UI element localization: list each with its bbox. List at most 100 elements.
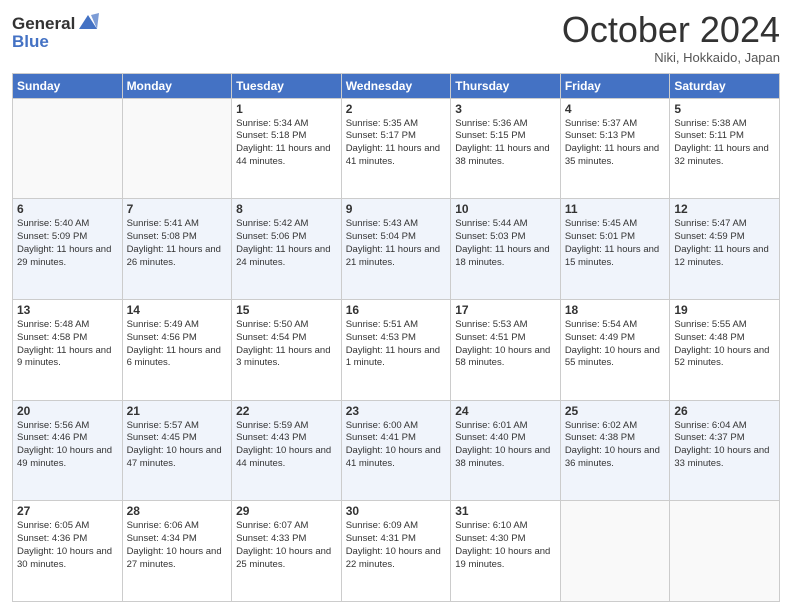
- day-number: 13: [17, 303, 118, 317]
- calendar-cell: [122, 98, 232, 199]
- day-number: 31: [455, 504, 556, 518]
- day-info: Sunrise: 6:04 AMSunset: 4:37 PMDaylight:…: [674, 420, 775, 471]
- calendar-cell: 2 Sunrise: 5:35 AMSunset: 5:17 PMDaylight…: [341, 98, 451, 199]
- header-tuesday: Tuesday: [232, 73, 342, 98]
- day-info: Sunrise: 5:51 AMSunset: 4:53 PMDaylight:…: [346, 319, 447, 370]
- day-number: 2: [346, 102, 447, 116]
- day-info: Sunrise: 6:10 AMSunset: 4:30 PMDaylight:…: [455, 520, 556, 571]
- day-number: 10: [455, 202, 556, 216]
- calendar-cell: [670, 501, 780, 602]
- calendar-cell: 4 Sunrise: 5:37 AMSunset: 5:13 PMDaylight…: [560, 98, 670, 199]
- day-info: Sunrise: 5:35 AMSunset: 5:17 PMDaylight:…: [346, 118, 447, 169]
- header-friday: Friday: [560, 73, 670, 98]
- calendar-cell: 7Sunrise: 5:41 AMSunset: 5:08 PMDaylight…: [122, 199, 232, 300]
- calendar-cell: 12 Sunrise: 5:47 AMSunset: 4:59 PMDayligh…: [670, 199, 780, 300]
- day-number: 18: [565, 303, 666, 317]
- calendar-cell: 28 Sunrise: 6:06 AMSunset: 4:34 PMDayligh…: [122, 501, 232, 602]
- calendar-week-row-5: 27 Sunrise: 6:05 AMSunset: 4:36 PMDayligh…: [13, 501, 780, 602]
- day-info: Sunrise: 6:05 AMSunset: 4:36 PMDaylight:…: [17, 520, 118, 571]
- day-number: 8: [236, 202, 337, 216]
- calendar-cell: 20Sunrise: 5:56 AMSunset: 4:46 PMDayligh…: [13, 400, 123, 501]
- month-title: October 2024: [562, 10, 780, 50]
- day-number: 5: [674, 102, 775, 116]
- day-info: Sunrise: 6:02 AMSunset: 4:38 PMDaylight:…: [565, 420, 666, 471]
- day-number: 28: [127, 504, 228, 518]
- header-wednesday: Wednesday: [341, 73, 451, 98]
- day-info: Sunrise: 5:40 AMSunset: 5:09 PMDaylight:…: [17, 218, 118, 269]
- day-number: 22: [236, 404, 337, 418]
- calendar-week-row-2: 6 Sunrise: 5:40 AMSunset: 5:09 PMDaylight…: [13, 199, 780, 300]
- day-info: Sunrise: 5:38 AMSunset: 5:11 PMDaylight:…: [674, 118, 775, 169]
- day-info: Sunrise: 5:57 AMSunset: 4:45 PMDaylight:…: [127, 420, 228, 471]
- calendar-cell: 3 Sunrise: 5:36 AMSunset: 5:15 PMDaylight…: [451, 98, 561, 199]
- calendar-week-row-1: 1 Sunrise: 5:34 AMSunset: 5:18 PMDaylight…: [13, 98, 780, 199]
- day-info: Sunrise: 5:36 AMSunset: 5:15 PMDaylight:…: [455, 118, 556, 169]
- day-info: Sunrise: 5:45 AMSunset: 5:01 PMDaylight:…: [565, 218, 666, 269]
- calendar-cell: 5 Sunrise: 5:38 AMSunset: 5:11 PMDaylight…: [670, 98, 780, 199]
- day-number: 30: [346, 504, 447, 518]
- day-number: 6: [17, 202, 118, 216]
- calendar-cell: 24Sunrise: 6:01 AMSunset: 4:40 PMDayligh…: [451, 400, 561, 501]
- calendar-cell: 21Sunrise: 5:57 AMSunset: 4:45 PMDayligh…: [122, 400, 232, 501]
- header-sunday: Sunday: [13, 73, 123, 98]
- day-info: Sunrise: 6:06 AMSunset: 4:34 PMDaylight:…: [127, 520, 228, 571]
- day-number: 27: [17, 504, 118, 518]
- header-monday: Monday: [122, 73, 232, 98]
- day-number: 4: [565, 102, 666, 116]
- day-number: 3: [455, 102, 556, 116]
- calendar-cell: 13 Sunrise: 5:48 AMSunset: 4:58 PMDayligh…: [13, 299, 123, 400]
- calendar-week-row-4: 20Sunrise: 5:56 AMSunset: 4:46 PMDayligh…: [13, 400, 780, 501]
- calendar-cell: 27 Sunrise: 6:05 AMSunset: 4:36 PMDayligh…: [13, 501, 123, 602]
- day-info: Sunrise: 5:34 AMSunset: 5:18 PMDaylight:…: [236, 118, 337, 169]
- logo-icon: [77, 13, 99, 33]
- day-info: Sunrise: 6:00 AMSunset: 4:41 PMDaylight:…: [346, 420, 447, 471]
- calendar-cell: 16 Sunrise: 5:51 AMSunset: 4:53 PMDayligh…: [341, 299, 451, 400]
- calendar-cell: 6 Sunrise: 5:40 AMSunset: 5:09 PMDaylight…: [13, 199, 123, 300]
- day-number: 16: [346, 303, 447, 317]
- day-info: Sunrise: 5:47 AMSunset: 4:59 PMDaylight:…: [674, 218, 775, 269]
- logo-general: General: [12, 14, 75, 34]
- calendar-cell: 31 Sunrise: 6:10 AMSunset: 4:30 PMDayligh…: [451, 501, 561, 602]
- title-block: October 2024 Niki, Hokkaido, Japan: [562, 10, 780, 65]
- day-number: 7: [127, 202, 228, 216]
- calendar-cell: 25 Sunrise: 6:02 AMSunset: 4:38 PMDayligh…: [560, 400, 670, 501]
- day-number: 26: [674, 404, 775, 418]
- calendar-cell: 29Sunrise: 6:07 AMSunset: 4:33 PMDayligh…: [232, 501, 342, 602]
- day-number: 1: [236, 102, 337, 116]
- location: Niki, Hokkaido, Japan: [562, 50, 780, 65]
- calendar-cell: 18 Sunrise: 5:54 AMSunset: 4:49 PMDayligh…: [560, 299, 670, 400]
- calendar: Sunday Monday Tuesday Wednesday Thursday…: [12, 73, 780, 602]
- day-info: Sunrise: 5:49 AMSunset: 4:56 PMDaylight:…: [127, 319, 228, 370]
- calendar-cell: [560, 501, 670, 602]
- day-number: 19: [674, 303, 775, 317]
- day-number: 29: [236, 504, 337, 518]
- calendar-week-row-3: 13 Sunrise: 5:48 AMSunset: 4:58 PMDayligh…: [13, 299, 780, 400]
- calendar-cell: 19 Sunrise: 5:55 AMSunset: 4:48 PMDayligh…: [670, 299, 780, 400]
- day-info: Sunrise: 5:50 AMSunset: 4:54 PMDaylight:…: [236, 319, 337, 370]
- day-number: 9: [346, 202, 447, 216]
- day-info: Sunrise: 5:48 AMSunset: 4:58 PMDaylight:…: [17, 319, 118, 370]
- calendar-cell: 26 Sunrise: 6:04 AMSunset: 4:37 PMDayligh…: [670, 400, 780, 501]
- day-info: Sunrise: 5:55 AMSunset: 4:48 PMDaylight:…: [674, 319, 775, 370]
- day-info: Sunrise: 5:53 AMSunset: 4:51 PMDaylight:…: [455, 319, 556, 370]
- day-number: 23: [346, 404, 447, 418]
- day-number: 25: [565, 404, 666, 418]
- day-info: Sunrise: 5:37 AMSunset: 5:13 PMDaylight:…: [565, 118, 666, 169]
- calendar-cell: 8Sunrise: 5:42 AMSunset: 5:06 PMDaylight…: [232, 199, 342, 300]
- day-info: Sunrise: 5:59 AMSunset: 4:43 PMDaylight:…: [236, 420, 337, 471]
- calendar-cell: 11Sunrise: 5:45 AMSunset: 5:01 PMDayligh…: [560, 199, 670, 300]
- calendar-cell: 23 Sunrise: 6:00 AMSunset: 4:41 PMDayligh…: [341, 400, 451, 501]
- day-info: Sunrise: 5:54 AMSunset: 4:49 PMDaylight:…: [565, 319, 666, 370]
- day-info: Sunrise: 5:56 AMSunset: 4:46 PMDaylight:…: [17, 420, 118, 471]
- logo: General Blue: [12, 14, 99, 52]
- logo-blue: Blue: [12, 32, 99, 52]
- header-thursday: Thursday: [451, 73, 561, 98]
- weekday-header-row: Sunday Monday Tuesday Wednesday Thursday…: [13, 73, 780, 98]
- header-saturday: Saturday: [670, 73, 780, 98]
- calendar-cell: 10Sunrise: 5:44 AMSunset: 5:03 PMDayligh…: [451, 199, 561, 300]
- calendar-cell: 1 Sunrise: 5:34 AMSunset: 5:18 PMDaylight…: [232, 98, 342, 199]
- page: General Blue October 2024 Niki, Hokkaido…: [0, 0, 792, 612]
- day-info: Sunrise: 6:01 AMSunset: 4:40 PMDaylight:…: [455, 420, 556, 471]
- calendar-cell: 22 Sunrise: 5:59 AMSunset: 4:43 PMDayligh…: [232, 400, 342, 501]
- day-number: 12: [674, 202, 775, 216]
